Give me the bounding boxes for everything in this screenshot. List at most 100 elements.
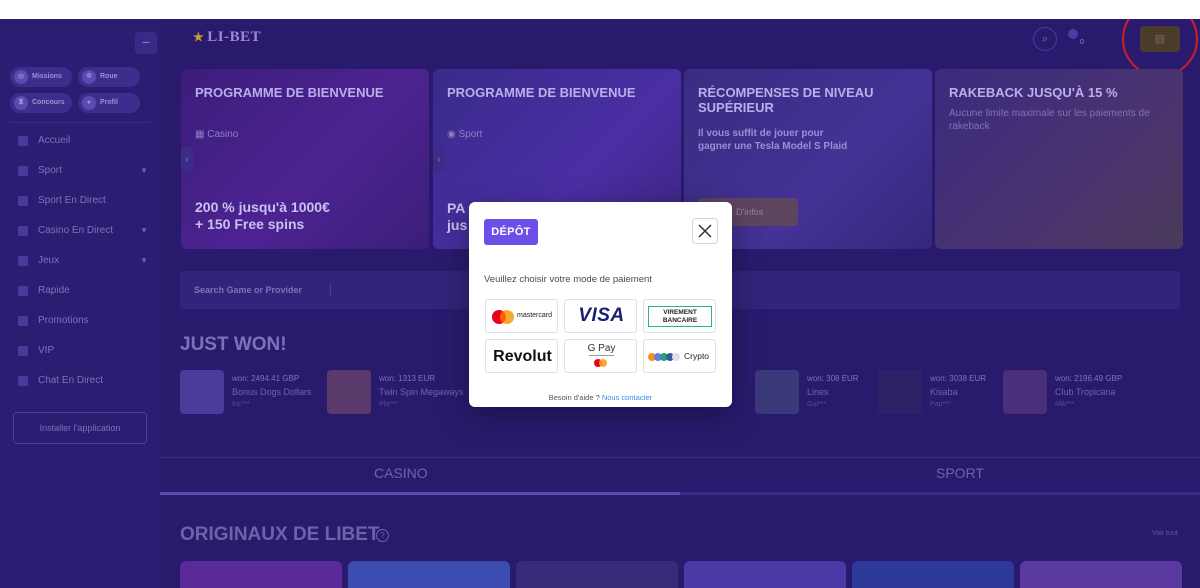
sidebar-item-accueil[interactable]: Accueil [14, 131, 150, 151]
dice-icon [18, 256, 28, 266]
crown-icon [18, 346, 28, 356]
bank-transfer-logo: VIREMENT BANCAIRE [648, 306, 712, 327]
game-thumbnail [755, 370, 799, 414]
sidebar-item-label: VIP [38, 345, 55, 356]
quick-contests[interactable]: ♜ Concours [10, 93, 72, 113]
search-placeholder: Search Game or Provider [194, 285, 303, 295]
sidebar-item-promotions[interactable]: Promotions [14, 311, 150, 331]
tab-sport[interactable]: SPORT [936, 465, 984, 481]
promo-offer: PA jus [447, 200, 468, 233]
quick-missions[interactable]: ◎ Missions [10, 67, 72, 87]
winner-item[interactable]: won: 2196.49 GBP Club Tropicana Mik*** [1003, 368, 1123, 416]
carousel-prev-arrow[interactable]: ‹ [181, 147, 193, 171]
section-tabs-divider [160, 457, 1200, 458]
user-icon: ● [82, 96, 96, 110]
original-game-card[interactable] [1020, 561, 1182, 588]
sidebar-item-sport[interactable]: Sport ▼ [14, 161, 150, 181]
payment-crypto[interactable]: Crypto [643, 339, 716, 373]
quick-label: Profil [100, 99, 118, 106]
promo-card-rakeback[interactable]: RAKEBACK JUSQU'À 15 % Aucune limite maxi… [935, 69, 1183, 249]
tab-casino[interactable]: CASINO [374, 465, 428, 481]
winner-item[interactable]: won: 3038 EUR Kisaba Pap*** [878, 368, 998, 416]
original-game-card[interactable] [684, 561, 846, 588]
search-divider [330, 283, 331, 297]
carousel-prev-arrow[interactable]: ‹ [433, 147, 445, 171]
originals-title: ORIGINAUX DE LIBET [180, 524, 380, 545]
quick-label: Concours [32, 99, 65, 106]
quick-wheel[interactable]: ✲ Roue [78, 67, 140, 87]
sidebar-item-label: Sport En Direct [38, 195, 106, 206]
app-viewport: − ◎ Missions ✲ Roue ♜ Concours ● Profil … [0, 19, 1200, 588]
revolut-label: Revolut [493, 348, 552, 365]
deposit-modal: DÉPÔT Veuillez choisir votre mode de pai… [469, 202, 732, 407]
ball-icon [18, 166, 28, 176]
winner-item[interactable]: won: 308 EUR Lines Gui*** [755, 368, 875, 416]
winner-item[interactable]: won: 2494.41 GBP Bonus Dogs Dollars Inc*… [180, 368, 312, 416]
payment-mastercard[interactable]: mastercard [485, 299, 558, 333]
gift-icon [18, 316, 28, 326]
sidebar-collapse-button[interactable]: − [135, 32, 157, 54]
sidebar-item-live-casino[interactable]: Casino En Direct ▼ [14, 221, 150, 241]
install-app-button[interactable]: Installer l'application [13, 412, 147, 444]
promo-text: Il vous suffit de jouer pour gagner une … [698, 128, 848, 152]
quick-label: Missions [32, 73, 62, 80]
balance-display[interactable]: 0 [1068, 27, 1108, 53]
payment-google-pay[interactable]: G Pay [564, 339, 637, 373]
win-game: Twin Spin Megaways [379, 387, 464, 397]
help-icon[interactable]: ? [376, 529, 389, 542]
win-user: Pap*** [930, 401, 951, 408]
game-thumbnail [327, 370, 371, 414]
win-amount: won: 3038 EUR [930, 374, 987, 383]
chat-icon [18, 376, 28, 386]
see-all-link[interactable]: Voir tout [1152, 530, 1178, 537]
sidebar-item-label: Promotions [38, 315, 89, 326]
tab-active-indicator [160, 492, 680, 495]
win-user: Mik*** [1055, 401, 1075, 408]
target-icon: ◎ [14, 70, 28, 84]
original-game-card[interactable] [348, 561, 510, 588]
promo-offer: 200 % jusqu'à 1000€ + 150 Free spins [195, 199, 330, 232]
contact-link[interactable]: Nous contacter [602, 393, 652, 402]
modal-help: Besoin d'aide ? Nous contacter [469, 393, 732, 402]
original-game-card[interactable] [516, 561, 678, 588]
promo-card-casino-welcome[interactable]: PROGRAMME DE BIENVENUE ▦ Casino 200 % ju… [181, 69, 429, 249]
promo-title: RÉCOMPENSES DE NIVEAU SUPÉRIEUR [698, 85, 874, 115]
original-game-card[interactable] [180, 561, 342, 588]
win-user: Inc*** [232, 401, 250, 408]
winner-item[interactable]: won: 1313 EUR Twin Spin Megaways Pla*** [327, 368, 464, 416]
tab-inactive-indicator [680, 492, 1200, 495]
win-game: Bonus Dogs Dollars [232, 387, 312, 397]
mastercard-label: mastercard [517, 312, 553, 319]
sidebar-item-fast[interactable]: Rapide [14, 281, 150, 301]
trophy-icon: ♜ [14, 96, 28, 110]
deposit-tag: DÉPÔT [484, 219, 538, 245]
payment-prompt: Veuillez choisir votre mode de paiement [484, 274, 652, 285]
search-icon[interactable]: ⌕ [1033, 27, 1057, 51]
promo-text: Aucune limite maximale sur les paiements… [949, 108, 1150, 132]
mastercard-mini-logo [594, 359, 607, 367]
sidebar-item-games[interactable]: Jeux ▼ [14, 251, 150, 271]
sidebar-item-label: Rapide [38, 285, 70, 296]
original-game-card[interactable] [852, 561, 1014, 588]
sidebar-item-live-chat[interactable]: Chat En Direct [14, 371, 150, 391]
win-amount: won: 308 EUR [807, 374, 859, 383]
close-button[interactable] [692, 218, 718, 244]
cards-icon [18, 226, 28, 236]
payment-visa[interactable]: VISA [564, 299, 637, 333]
install-label: Installer l'application [39, 423, 121, 433]
payment-revolut[interactable]: Revolut [485, 339, 558, 373]
logo-text: LI-BET [207, 29, 262, 45]
live-icon [18, 196, 28, 206]
lightning-icon [18, 286, 28, 296]
sidebar-item-label: Chat En Direct [38, 375, 104, 386]
sidebar-item-vip[interactable]: VIP [14, 341, 150, 361]
help-text: Besoin d'aide ? [548, 393, 600, 402]
home-icon [18, 136, 28, 146]
payment-bank-transfer[interactable]: VIREMENT BANCAIRE [643, 299, 716, 333]
sidebar-item-sport-live[interactable]: Sport En Direct [14, 191, 150, 211]
site-logo[interactable]: ★ LI-BET [193, 29, 261, 46]
quick-profile[interactable]: ● Profil [78, 93, 140, 113]
sidebar-item-label: Sport [38, 165, 62, 176]
game-thumbnail [1003, 370, 1047, 414]
logo-star-icon: ★ [193, 30, 205, 44]
